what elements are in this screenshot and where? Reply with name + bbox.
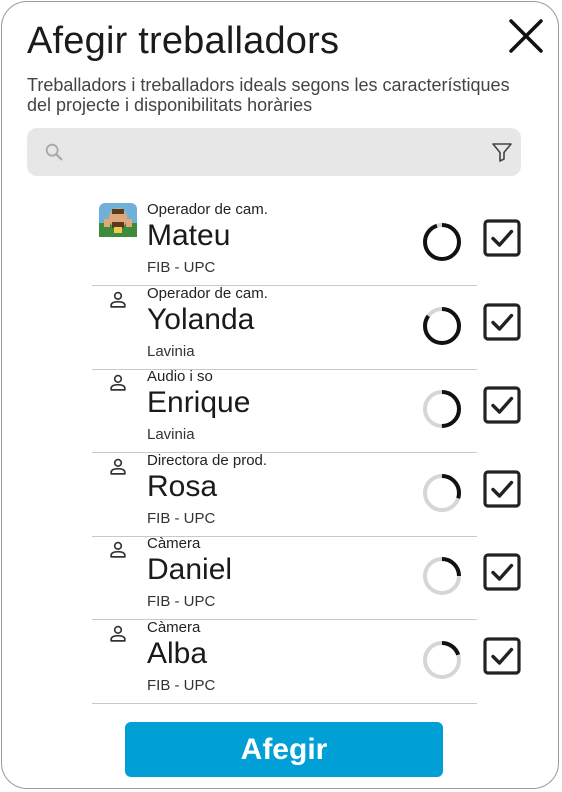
worker-name: Mateu xyxy=(147,219,231,252)
row-divider xyxy=(92,702,477,704)
person-icon xyxy=(110,625,126,642)
avatar-photo xyxy=(99,203,137,237)
select-checkbox[interactable] xyxy=(483,302,521,341)
availability-ring-fill xyxy=(423,223,461,261)
dialog-subtitle: Treballadors i treballadors ideals segon… xyxy=(27,75,510,115)
worker-name: Enrique xyxy=(147,386,251,419)
worker-role: Operador de cam. xyxy=(147,284,268,302)
worker-role: Operador de cam. xyxy=(147,201,268,218)
select-checkbox[interactable] xyxy=(483,469,521,508)
worker-role: Càmera xyxy=(147,535,201,552)
worker-row[interactable]: Operador de cam. Mateu FIB - UPC xyxy=(2,197,562,286)
availability-ring xyxy=(423,390,461,428)
add-button[interactable]: Afegir xyxy=(125,722,443,777)
select-checkbox[interactable] xyxy=(483,219,521,257)
worker-organization: FIB - UPC xyxy=(147,509,216,527)
add-workers-dialog: Afegir treballadors Treballadors i treba… xyxy=(1,1,559,789)
availability-ring xyxy=(423,557,461,595)
person-icon xyxy=(110,374,126,391)
worker-row[interactable]: Directora de prod. Rosa FIB - UPC xyxy=(2,448,562,537)
worker-organization: Lavinia xyxy=(147,426,195,443)
worker-name: Rosa xyxy=(147,469,218,503)
worker-name: Yolanda xyxy=(147,302,255,336)
select-checkbox[interactable] xyxy=(483,386,521,424)
availability-ring xyxy=(423,473,461,512)
dialog-title: Afegir treballadors xyxy=(27,20,340,62)
close-icon[interactable] xyxy=(504,14,548,58)
person-icon xyxy=(110,458,126,475)
worker-organization: FIB - UPC xyxy=(147,593,216,610)
worker-row[interactable]: Operador de cam. Yolanda Lavinia xyxy=(2,281,562,370)
select-checkbox[interactable] xyxy=(483,636,521,675)
worker-role: Audio i so xyxy=(147,368,213,385)
worker-name: Alba xyxy=(147,636,208,670)
worker-row[interactable]: Audio i so Enrique Lavinia xyxy=(2,364,562,453)
worker-role: Directora de prod. xyxy=(147,451,268,469)
search-icon xyxy=(45,143,63,161)
worker-organization: FIB - UPC xyxy=(147,676,216,694)
person-icon xyxy=(110,541,126,558)
select-checkbox[interactable] xyxy=(483,553,521,591)
person-icon xyxy=(110,291,126,308)
worker-organization: Lavinia xyxy=(147,342,195,360)
search-input[interactable] xyxy=(75,128,479,178)
worker-role: Càmera xyxy=(147,618,201,636)
worker-name: Daniel xyxy=(147,553,233,586)
filter-icon[interactable] xyxy=(490,140,514,164)
worker-row[interactable]: Càmera Alba FIB - UPC xyxy=(2,615,562,704)
worker-row[interactable]: Càmera Daniel FIB - UPC xyxy=(2,531,562,620)
availability-ring xyxy=(423,306,461,345)
search-bar xyxy=(27,128,521,178)
availability-ring xyxy=(423,640,461,679)
availability-ring xyxy=(423,223,461,261)
worker-organization: FIB - UPC xyxy=(147,259,216,276)
